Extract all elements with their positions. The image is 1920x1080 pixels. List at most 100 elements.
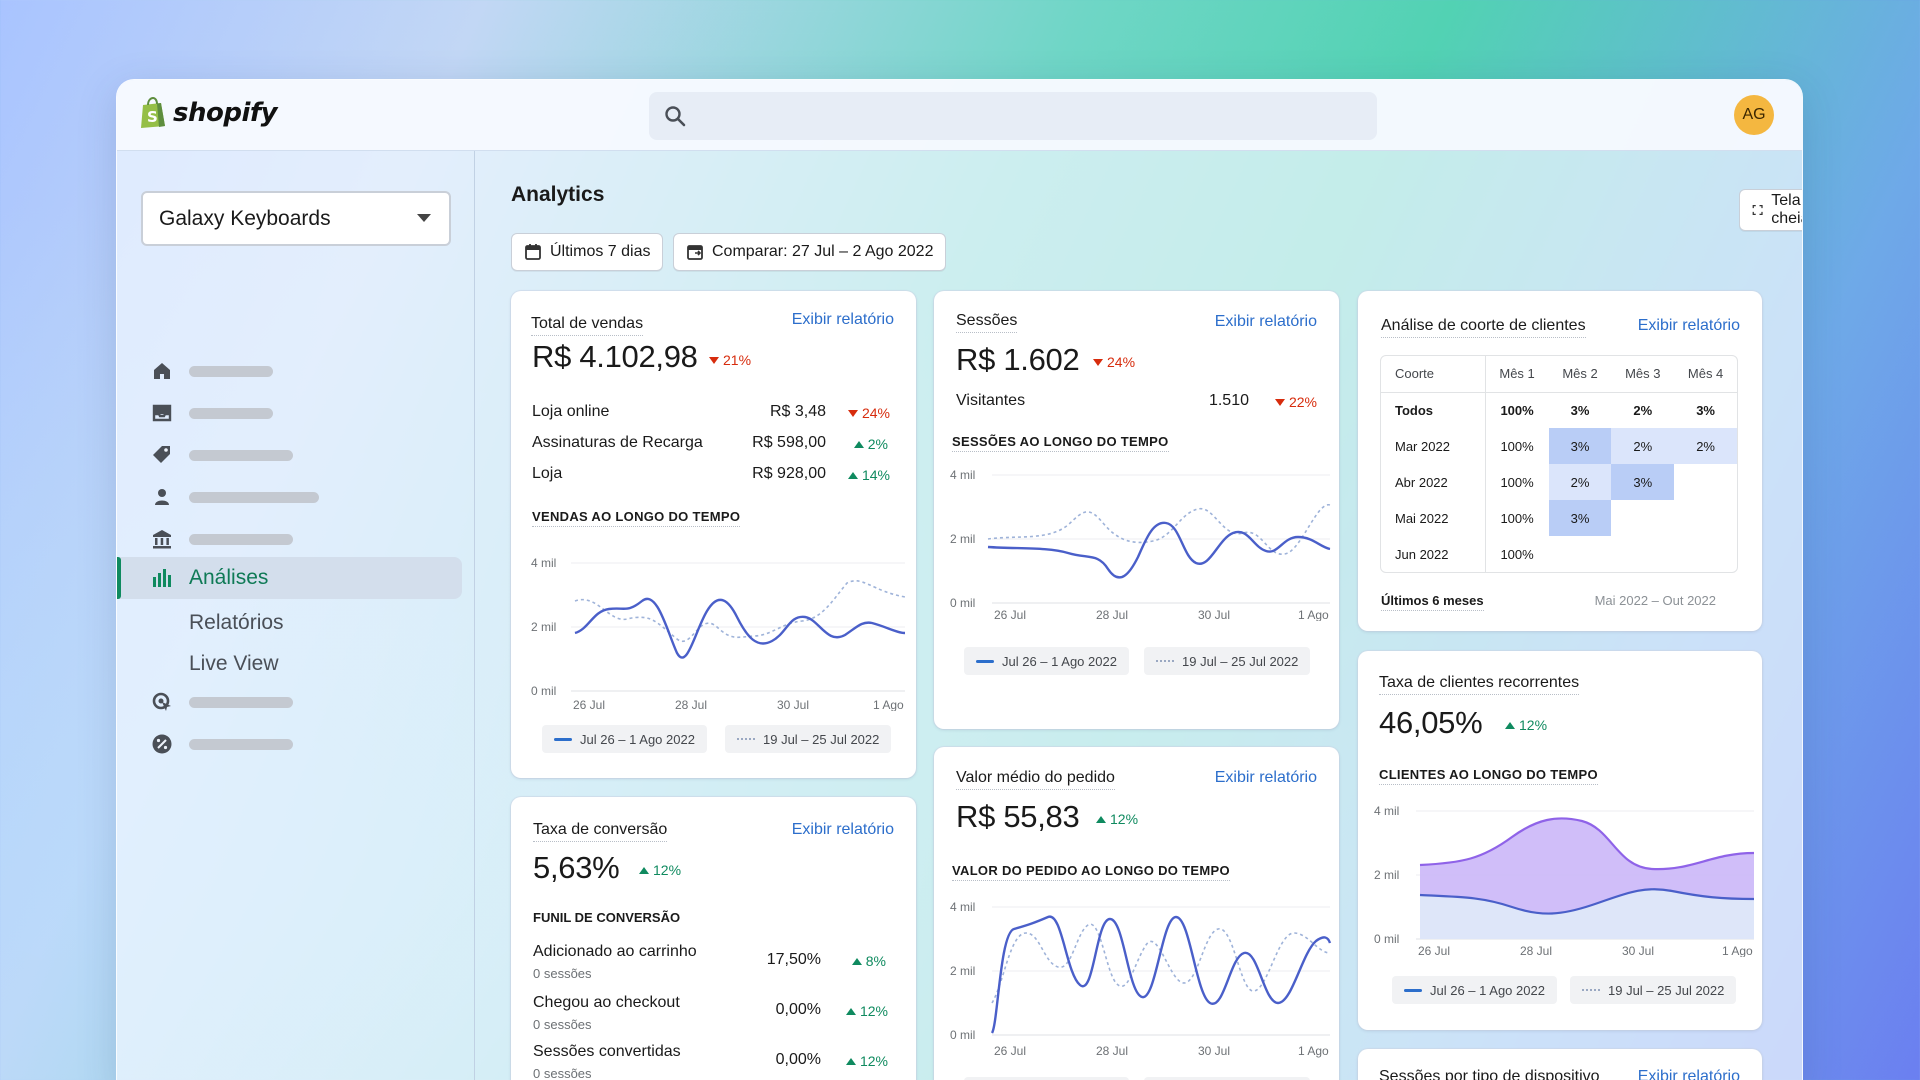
card-title[interactable]: Taxa de clientes recorrentes [1379,674,1580,695]
sales-row-label: Assinaturas de Recarga [532,434,703,451]
fullscreen-button[interactable]: Tela cheia [1739,189,1802,231]
cohort-header: Mês 4 [1687,366,1724,382]
sales-row-label: Loja [532,465,563,482]
shopify-logo[interactable]: S shopify [139,97,278,129]
sidebar-item-live-view[interactable]: Live View [189,652,279,676]
aov-delta: 12% [1096,811,1138,827]
cohort-cell: 3% [1611,464,1675,500]
increase-icon [1505,721,1515,729]
legend-swatch [554,737,572,741]
legend-current[interactable]: Jul 26 – 1 Ago 2022 [1392,976,1557,1004]
y-tick: 2 mil [531,620,556,634]
y-tick: 0 mil [1374,932,1399,946]
sidebar-item-finances[interactable] [151,522,293,556]
y-tick: 0 mil [531,684,556,698]
sidebar-item-orders[interactable] [151,396,273,430]
cohort-table: Coorte Mês 1 Mês 2 Mês 3 Mês 4 Todos 100% 3% 2% 3… [1381,356,1737,572]
cohort-row-label: Jun 2022 [1381,536,1486,572]
funnel-row-label: Sessões convertidas [533,1043,681,1060]
placeholder-bar [189,534,293,545]
decrease-icon [1274,398,1285,406]
view-report-link[interactable]: Exibir relatório [792,311,894,329]
y-tick: 2 mil [950,532,975,546]
aov-card: Valor médio do pedido Exibir relatório R… [934,747,1339,1080]
avatar[interactable]: AG [1734,95,1774,135]
sidebar-item-reports[interactable]: Relatórios [189,611,284,635]
legend-previous[interactable]: 19 Jul – 25 Jul 2022 [725,725,892,753]
placeholder-bar [189,450,293,461]
legend-swatch [1582,989,1600,991]
cohort-cell [1674,500,1737,536]
compare-button[interactable]: Comparar: 27 Jul – 2 Ago 2022 [673,233,947,271]
calendar-compare-icon [687,245,703,260]
table-row: Jun 2022 100% [1381,536,1737,572]
cohort-cell [1674,464,1737,500]
funnel-row-value: 0,00% [775,1051,821,1068]
view-report-link[interactable]: Exibir relatório [1638,317,1740,335]
cohort-header: Mês 2 [1562,366,1598,382]
cohort-cell: 2% [1611,428,1675,464]
y-tick: 4 mil [950,468,975,482]
cohort-cell: 100% [1500,510,1534,526]
top-bar: S shopify AG [117,80,1802,151]
app-window: S shopify AG Galaxy Keyboards Análises R… [116,79,1803,1080]
funnel-row-label: Adicionado ao carrinho [533,943,697,960]
devices-card: Sessões por tipo de dispositivo Exibir r… [1358,1049,1762,1080]
legend-current[interactable]: Jul 26 – 1 Ago 2022 [964,647,1129,675]
increase-icon [847,471,858,479]
legend-previous[interactable]: 19 Jul – 25 Jul 2022 [1144,647,1311,675]
y-tick: 4 mil [950,900,975,914]
sales-line-chart: 4 mil 2 mil 0 mil 26 Jul 28 Jul 30 Jul 1… [531,556,906,711]
compare-label: Comparar: 27 Jul – 2 Ago 2022 [712,243,934,260]
increase-icon [1096,815,1106,823]
previous-period-line [574,580,906,642]
y-tick: 4 mil [1374,804,1399,818]
inbox-icon [152,404,172,422]
cohort-header: Mês 1 [1499,366,1535,382]
placeholder-bar [189,408,273,419]
sidebar-item-analytics[interactable]: Análises [117,557,462,599]
card-title[interactable]: Sessões por tipo de dispositivo [1379,1068,1600,1080]
legend-swatch [737,738,755,740]
sales-row-value: R$ 928,00 [752,465,826,482]
legend-current[interactable]: Jul 26 – 1 Ago 2022 [542,725,707,753]
bank-icon [153,530,171,549]
cohort-row-label: Abr 2022 [1381,464,1486,500]
sidebar-item-products[interactable] [151,438,293,472]
decrease-icon [1093,358,1103,366]
sales-card: Total de vendas Exibir relatório R$ 4.10… [511,291,916,778]
card-title[interactable]: Total de vendas [531,315,644,336]
sidebar-item-marketing[interactable] [151,685,293,719]
funnel-label: FUNIL DE CONVERSÃO [533,910,681,925]
aov-value: R$ 55,83 [956,799,1080,834]
card-title[interactable]: Taxa de conversão [533,821,668,842]
funnel-row-delta: 8% [851,953,886,969]
view-report-link[interactable]: Exibir relatório [1638,1068,1740,1080]
increase-icon [853,440,864,448]
returning-card: Taxa de clientes recorrentes 46,05% 12% … [1358,651,1762,1030]
view-report-link[interactable]: Exibir relatório [1215,769,1317,787]
cohort-cell [1674,536,1737,572]
view-report-link[interactable]: Exibir relatório [1215,313,1317,331]
current-period-line [574,597,906,659]
legend-previous[interactable]: 19 Jul – 25 Jul 2022 [1570,976,1737,1004]
x-tick: 30 Jul [1198,608,1230,621]
store-selector[interactable]: Galaxy Keyboards [141,191,451,246]
card-title[interactable]: Análise de coorte de clientes [1381,317,1586,338]
sales-row-delta: 2% [853,436,888,452]
previous-period-line [991,923,1331,1004]
cohort-cell: 100% [1500,438,1534,454]
search-input[interactable] [649,92,1377,140]
x-tick: 28 Jul [1520,944,1552,957]
sidebar-item-customers[interactable] [151,480,319,514]
x-tick: 1 Ago [1298,608,1329,621]
sessions-line-chart: 4 mil 2 mil 0 mil 26 Jul 28 Jul 30 Jul 1… [950,468,1331,621]
date-range-button[interactable]: Últimos 7 dias [511,233,664,271]
sidebar-item-discounts[interactable] [151,727,293,761]
sidebar-item-home[interactable] [151,354,273,388]
card-title[interactable]: Valor médio do pedido [956,769,1115,790]
card-title[interactable]: Sessões [956,312,1018,333]
funnel-row-value: 17,50% [766,951,821,968]
sales-value: R$ 4.102,98 [532,339,698,374]
view-report-link[interactable]: Exibir relatório [792,821,894,839]
